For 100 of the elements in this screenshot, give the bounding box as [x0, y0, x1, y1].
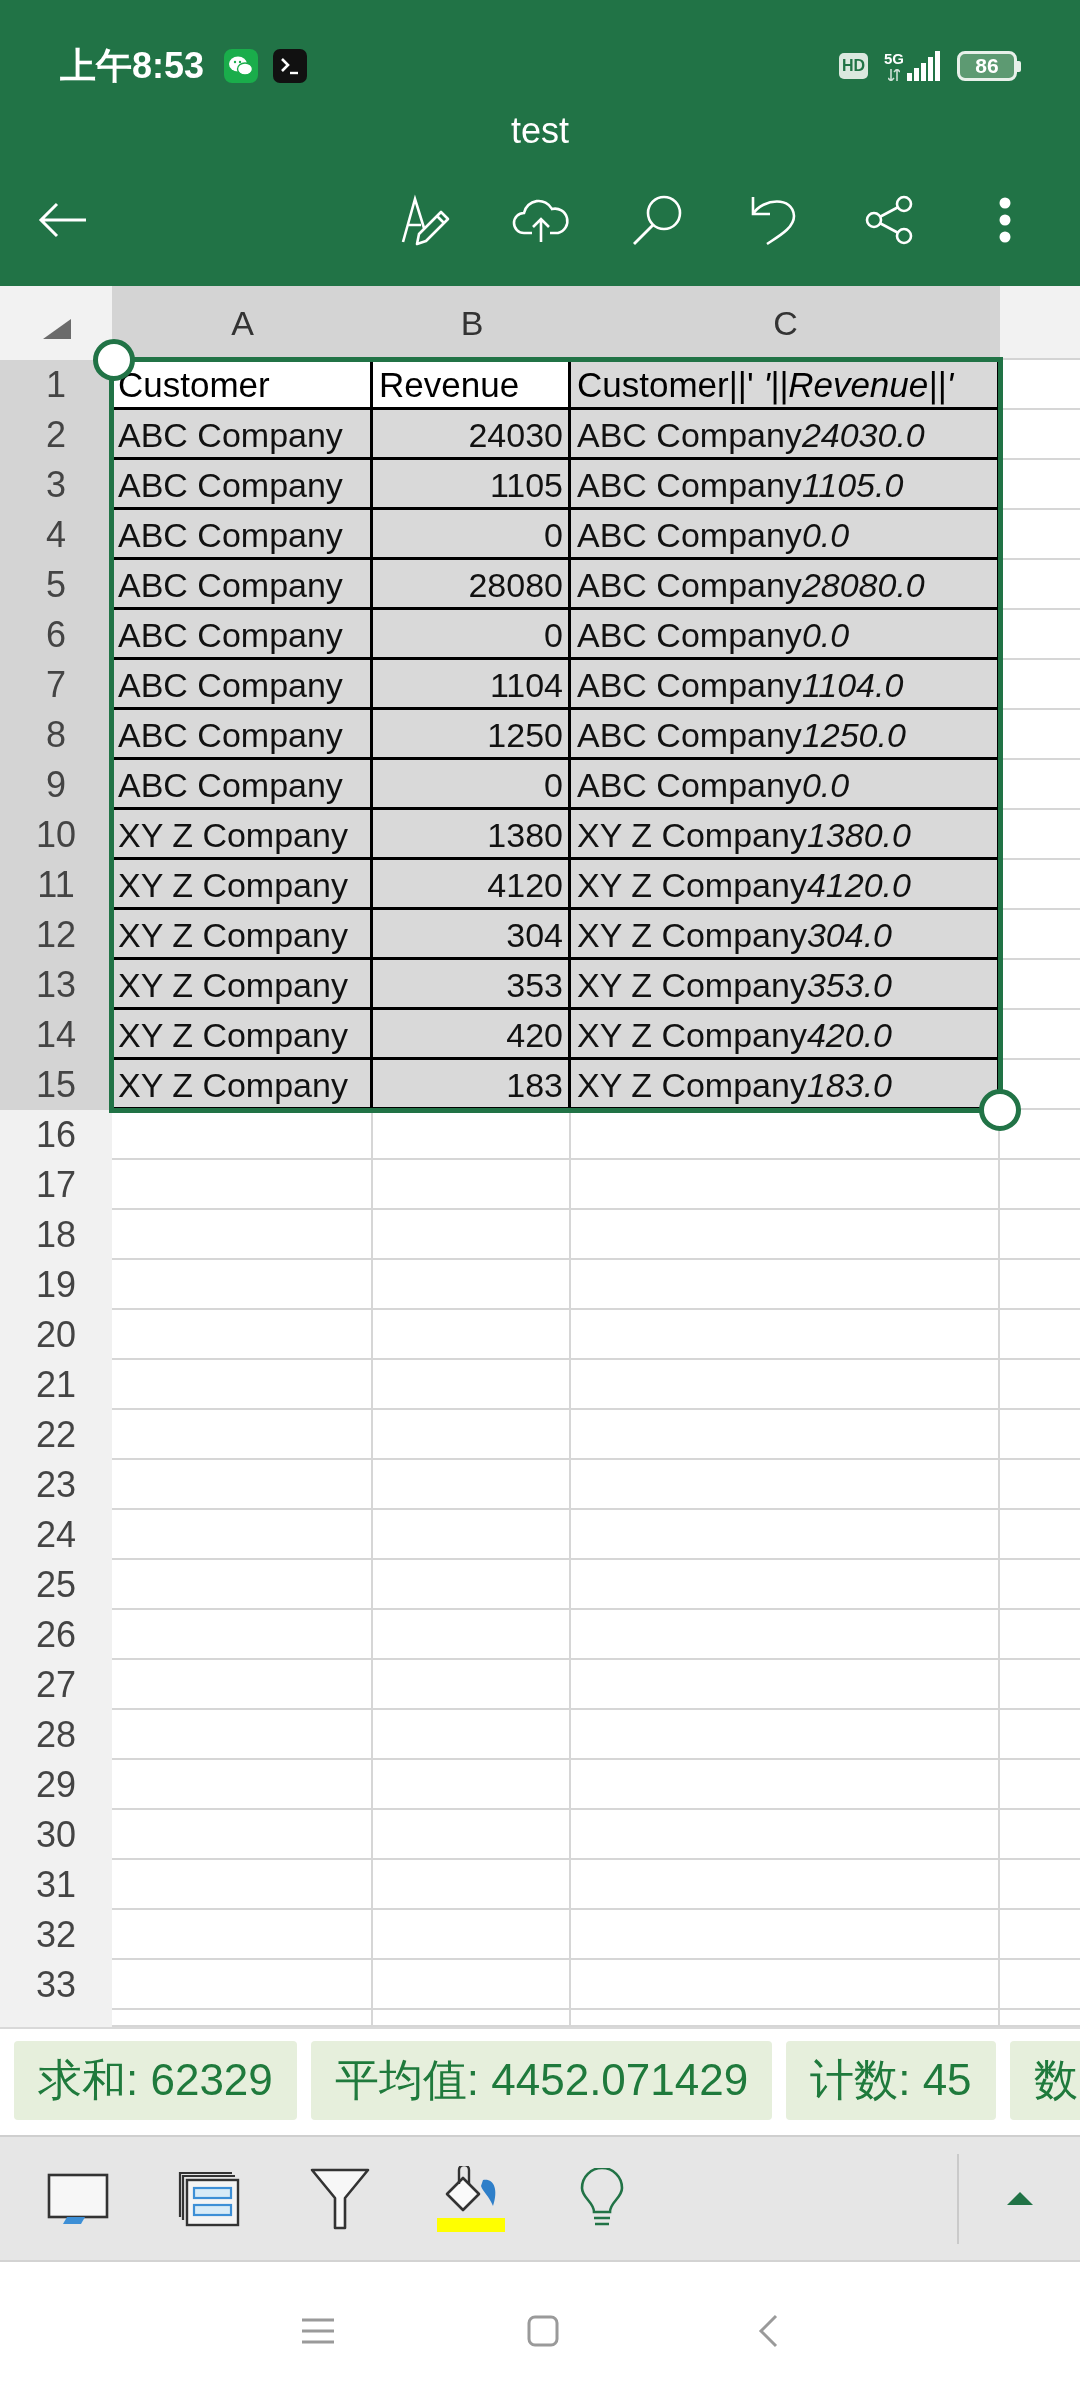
layers-icon[interactable]	[177, 2170, 240, 2227]
table-cell: ABC Company	[112, 510, 373, 560]
network-type-label: 5G	[884, 51, 904, 67]
row-header[interactable]: 21	[0, 1360, 112, 1410]
filter-icon[interactable]	[309, 2167, 370, 2230]
row-header[interactable]: 9	[0, 760, 112, 810]
row-header[interactable]: 8	[0, 710, 112, 760]
paint-bucket-icon[interactable]	[436, 2165, 505, 2232]
row-header[interactable]: 17	[0, 1160, 112, 1210]
table-cell: XY Z Company	[112, 1010, 373, 1060]
row-header[interactable]: 31	[0, 1860, 112, 1910]
row-header[interactable]: 1	[0, 360, 112, 410]
row-header[interactable]: 10	[0, 810, 112, 860]
column-header[interactable]: C	[571, 286, 1000, 360]
table-cell: ABC Company	[112, 460, 373, 510]
row-header[interactable]: 19	[0, 1260, 112, 1310]
row-header[interactable]: 20	[0, 1310, 112, 1360]
table-cell: ABC Company	[112, 710, 373, 760]
table-cell: 420	[373, 1010, 571, 1060]
table-cell: 353	[373, 960, 571, 1010]
hd-badge: HD	[838, 53, 868, 79]
row-header[interactable]: 12	[0, 910, 112, 960]
caret-icon[interactable]	[1006, 2192, 1033, 2205]
screen-icon[interactable]	[46, 2172, 109, 2225]
table-cell: Revenue	[373, 360, 571, 410]
row-header[interactable]: 5	[0, 560, 112, 610]
row-header[interactable]: 27	[0, 1660, 112, 1710]
table-cell: 1105	[373, 460, 571, 510]
table-cell: XY Z Company304.0	[571, 910, 1000, 960]
summary-chip: 数	[1009, 2041, 1080, 2120]
row-header[interactable]: 7	[0, 660, 112, 710]
column-header[interactable]: A	[112, 286, 373, 360]
table-cell: XY Z Company	[112, 960, 373, 1010]
table-cell: ABC Company	[112, 560, 373, 610]
summary-chip: 求和: 62329	[14, 2041, 297, 2120]
table-cell: XY Z Company420.0	[571, 1010, 1000, 1060]
row-header[interactable]: 11	[0, 860, 112, 910]
row-header[interactable]: 26	[0, 1610, 112, 1660]
undo-icon[interactable]	[749, 194, 797, 246]
table-cell: 0	[373, 510, 571, 560]
table-cell: XY Z Company	[112, 810, 373, 860]
data-arrows-icon	[888, 69, 900, 81]
table-cell: 1104	[373, 660, 571, 710]
table-cell: 0	[373, 610, 571, 660]
row-header[interactable]: 29	[0, 1760, 112, 1810]
table-cell: ABC Company0.0	[571, 510, 1000, 560]
status-time: 上午8:53	[60, 43, 205, 88]
menu-icon[interactable]	[301, 2318, 334, 2344]
column-header[interactable]: B	[373, 286, 571, 360]
row-header[interactable]: 2	[0, 410, 112, 460]
row-header[interactable]: 28	[0, 1710, 112, 1760]
chat-bubbles-icon	[224, 49, 259, 83]
share-icon[interactable]	[864, 195, 914, 245]
table-cell: XY Z Company	[112, 910, 373, 960]
square-icon[interactable]	[526, 2315, 559, 2347]
row-header[interactable]: 24	[0, 1510, 112, 1560]
table-cell: ABC Company0.0	[571, 760, 1000, 810]
table-cell: XY Z Company	[112, 860, 373, 910]
summary-chip: 计数: 45	[786, 2041, 996, 2120]
table-cell: 1250	[373, 710, 571, 760]
select-all-triangle-icon[interactable]	[43, 319, 71, 339]
table-cell: 28080	[373, 560, 571, 610]
row-header[interactable]: 16	[0, 1110, 112, 1160]
row-header[interactable]: 22	[0, 1410, 112, 1460]
row-header[interactable]: 25	[0, 1560, 112, 1610]
row-header[interactable]: 18	[0, 1210, 112, 1260]
table-cell: XY Z Company183.0	[571, 1060, 1000, 1110]
table-cell: ABC Company0.0	[571, 610, 1000, 660]
table-cell: 0	[373, 760, 571, 810]
table-cell: ABC Company	[112, 660, 373, 710]
table-cell: 24030	[373, 410, 571, 460]
row-header[interactable]: 30	[0, 1810, 112, 1860]
row-header[interactable]: 23	[0, 1460, 112, 1510]
table-cell: ABC Company1250.0	[571, 710, 1000, 760]
table-cell: ABC Company	[112, 610, 373, 660]
table-cell: ABC Company28080.0	[571, 560, 1000, 610]
table-cell: XY Z Company4120.0	[571, 860, 1000, 910]
back-icon[interactable]	[757, 2314, 778, 2348]
search-icon[interactable]	[631, 194, 683, 246]
row-header[interactable]: 32	[0, 1910, 112, 1960]
table-cell: Customer||' '||Revenue||'	[571, 360, 1000, 410]
table-cell: ABC Company	[112, 760, 373, 810]
row-header[interactable]: 3	[0, 460, 112, 510]
table-cell: 1380	[373, 810, 571, 860]
table-cell: XY Z Company353.0	[571, 960, 1000, 1010]
table-cell: ABC Company24030.0	[571, 410, 1000, 460]
more-icon[interactable]	[999, 197, 1011, 243]
row-header[interactable]: 13	[0, 960, 112, 1010]
row-header[interactable]: 6	[0, 610, 112, 660]
terminal-icon	[273, 49, 308, 83]
document-title: test	[511, 110, 569, 152]
table-cell: ABC Company1105.0	[571, 460, 1000, 510]
row-header[interactable]: 15	[0, 1060, 112, 1110]
table-cell: XY Z Company	[112, 1060, 373, 1110]
summary-chip: 平均值: 4452.071429	[310, 2041, 773, 2120]
cloud-upload-icon[interactable]	[512, 197, 570, 243]
row-header[interactable]: 33	[0, 1960, 112, 2010]
row-header[interactable]: 14	[0, 1010, 112, 1060]
row-header[interactable]: 4	[0, 510, 112, 560]
text-pen-icon[interactable]	[400, 194, 450, 246]
